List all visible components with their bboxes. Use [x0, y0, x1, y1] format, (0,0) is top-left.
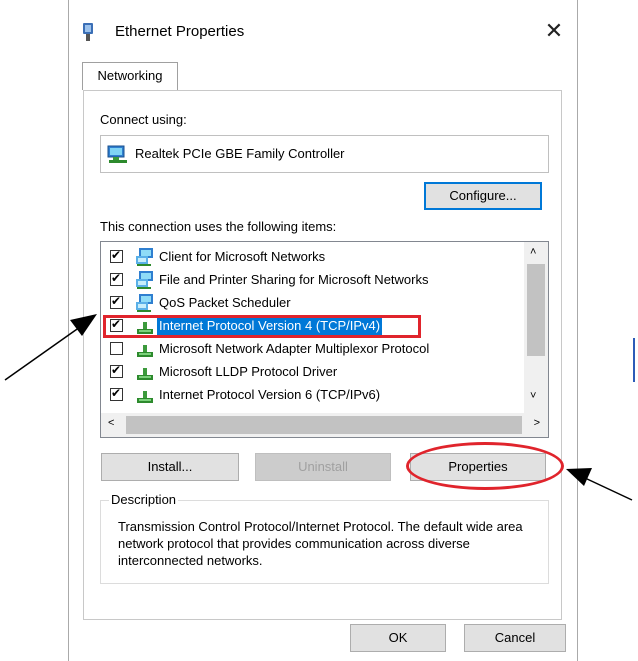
- list-item[interactable]: ✔ QoS Packet Scheduler: [101, 292, 521, 315]
- items-label: This connection uses the following items…: [100, 219, 337, 234]
- item-label: Microsoft LLDP Protocol Driver: [159, 364, 338, 379]
- properties-button[interactable]: Properties: [410, 453, 546, 481]
- configure-button[interactable]: Configure...: [424, 182, 542, 210]
- list-item[interactable]: ✔ Internet Protocol Version 6 (TCP/IPv6): [101, 384, 521, 407]
- checkbox[interactable]: ✔: [110, 387, 123, 401]
- list-item[interactable]: ✔ Microsoft LLDP Protocol Driver: [101, 361, 521, 384]
- list-item[interactable]: ✔ File and Printer Sharing for Microsoft…: [101, 269, 521, 292]
- description-text: Transmission Control Protocol/Internet P…: [118, 519, 523, 568]
- networking-panel: Connect using: Realtek PCIe GBE Family C…: [83, 90, 562, 620]
- network-client-icon: [136, 248, 153, 266]
- checkbox[interactable]: ✔: [110, 364, 123, 378]
- item-label: File and Printer Sharing for Microsoft N…: [159, 272, 429, 287]
- adapter-box: Realtek PCIe GBE Family Controller: [100, 135, 549, 173]
- selection-highlight-box: [103, 315, 421, 338]
- item-label: Client for Microsoft Networks: [159, 249, 326, 264]
- install-button[interactable]: Install...: [101, 453, 239, 481]
- item-label: Internet Protocol Version 6 (TCP/IPv6): [159, 387, 381, 402]
- description-group: Description Transmission Control Protoco…: [100, 492, 549, 584]
- scroll-up-icon[interactable]: ˄: [530, 246, 536, 258]
- side-marker: [633, 338, 635, 382]
- scroll-left-icon[interactable]: <: [108, 417, 114, 429]
- list-item[interactable]: Microsoft Network Adapter Multiplexor Pr…: [101, 338, 521, 361]
- ok-button[interactable]: OK: [350, 624, 446, 652]
- close-button[interactable]: ✕: [537, 14, 571, 48]
- title-bar[interactable]: Ethernet Properties ✕: [69, 0, 577, 62]
- checkbox[interactable]: ✔: [110, 249, 123, 263]
- protocol-icon: [137, 391, 153, 403]
- close-icon: ✕: [544, 18, 564, 43]
- list-item-selected[interactable]: ✔ Internet Protocol Version 4 (TCP/IPv4): [101, 315, 521, 338]
- network-service-icon: [136, 294, 153, 312]
- item-label: QoS Packet Scheduler: [159, 295, 291, 310]
- network-service-icon: [136, 271, 153, 289]
- scroll-thumb[interactable]: [527, 264, 545, 356]
- scroll-right-icon[interactable]: >: [534, 417, 540, 429]
- network-adapter-icon: [107, 145, 127, 163]
- protocol-icon: [137, 368, 153, 380]
- vertical-scrollbar[interactable]: ˄ ˅: [524, 242, 548, 414]
- scroll-down-icon[interactable]: ˅: [530, 390, 536, 402]
- protocol-icon: [137, 345, 153, 357]
- window-title: Ethernet Properties: [115, 23, 245, 40]
- checkbox[interactable]: [110, 342, 123, 355]
- scroll-thumb[interactable]: [126, 416, 522, 434]
- item-label: Microsoft Network Adapter Multiplexor Pr…: [159, 341, 430, 356]
- cancel-button[interactable]: Cancel: [464, 624, 566, 652]
- adapter-name: Realtek PCIe GBE Family Controller: [135, 146, 345, 161]
- checkbox[interactable]: ✔: [110, 295, 123, 309]
- components-list[interactable]: ✔ Client for Microsoft Networks ✔ File a…: [100, 241, 549, 438]
- right-arrow-line: [584, 477, 633, 501]
- description-legend: Description: [109, 492, 179, 507]
- ethernet-properties-dialog: Ethernet Properties ✕ Networking Connect…: [68, 0, 578, 661]
- connect-using-label: Connect using:: [100, 112, 187, 127]
- tab-networking[interactable]: Networking: [82, 62, 178, 90]
- uninstall-button: Uninstall: [255, 453, 391, 481]
- network-plug-icon: [83, 23, 93, 41]
- horizontal-scrollbar[interactable]: < >: [101, 413, 548, 437]
- checkbox[interactable]: ✔: [110, 272, 123, 286]
- list-item[interactable]: ✔ Client for Microsoft Networks: [101, 246, 521, 269]
